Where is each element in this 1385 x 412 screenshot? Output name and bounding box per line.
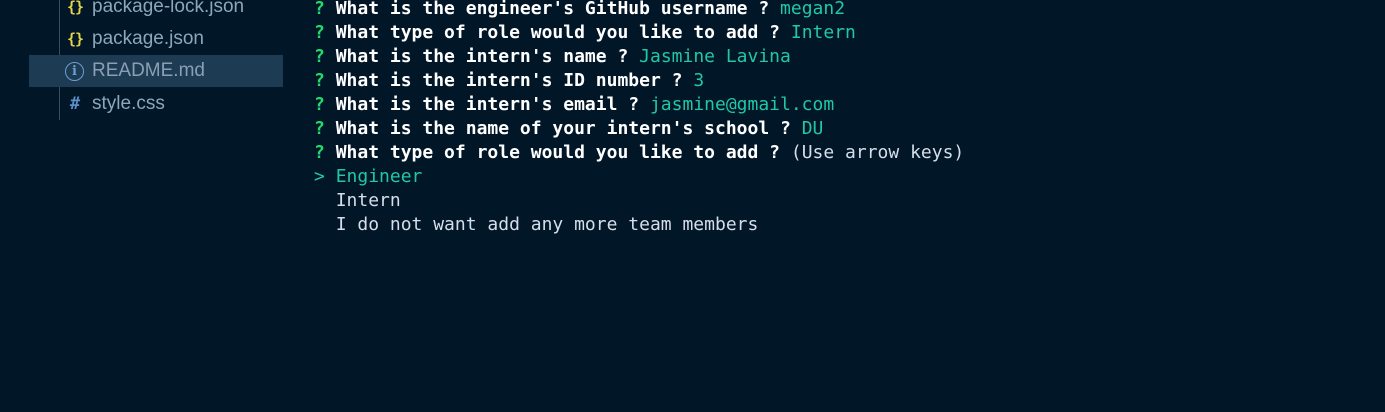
question-mark: ? <box>314 70 325 91</box>
prompt-line: ? What is the intern's email ? jasmine@g… <box>314 93 834 117</box>
choice-engineer[interactable]: > Engineer <box>314 165 422 189</box>
prompt-line: ? What is the intern's name ? Jasmine La… <box>314 45 791 69</box>
choice-label: I do not want add any more team members <box>335 214 759 235</box>
choice-intern[interactable]: Intern <box>314 189 401 213</box>
prompt-line: ? What type of role would you like to ad… <box>314 21 856 45</box>
css-file-icon: # <box>69 94 81 114</box>
question-text: What type of role would you like to add … <box>335 22 781 43</box>
answer-text: 3 <box>693 70 705 91</box>
answer-text: DU <box>801 118 824 139</box>
answer-text: megan2 <box>780 0 846 19</box>
terminal-output[interactable]: ? What is the engineer's GitHub username… <box>314 0 1374 412</box>
question-text: What is the intern's email ? <box>335 94 640 115</box>
file-item-style-css[interactable]: # style.css <box>29 88 283 120</box>
pointer-icon: > <box>314 166 325 187</box>
json-file-icon: {} <box>66 0 84 16</box>
file-item-package-lock[interactable]: {} package-lock.json <box>29 0 283 23</box>
choice-no-more[interactable]: I do not want add any more team members <box>314 213 759 237</box>
hint-text: (Use arrow keys) <box>790 142 965 163</box>
question-text: What is the engineer's GitHub username ? <box>335 0 770 19</box>
screen: {} package-lock.json {} package.json i R… <box>0 0 1385 412</box>
answer-text: jasmine@gmail.com <box>649 94 835 115</box>
question-text: What is the intern's name ? <box>335 46 629 67</box>
prompt-line: ? What is the intern's ID number ? 3 <box>314 69 704 93</box>
question-text: What type of role would you like to add … <box>335 142 781 163</box>
question-mark: ? <box>314 118 325 139</box>
question-mark: ? <box>314 22 325 43</box>
file-label: package.json <box>92 28 204 49</box>
question-mark: ? <box>314 0 325 19</box>
prompt-line: ? What is the engineer's GitHub username… <box>314 0 845 21</box>
question-text: What is the intern's ID number ? <box>335 70 683 91</box>
question-mark: ? <box>314 94 325 115</box>
choice-label: Engineer <box>335 166 423 187</box>
file-item-package-json[interactable]: {} package.json <box>29 23 283 55</box>
info-icon: i <box>65 61 84 81</box>
question-mark: ? <box>314 142 325 163</box>
answer-text: Jasmine Lavina <box>639 46 791 67</box>
prompt-line-active: ? What type of role would you like to ad… <box>314 141 964 165</box>
json-file-icon: {} <box>66 30 84 48</box>
prompt-line: ? What is the name of your intern's scho… <box>314 117 823 141</box>
choice-label: Intern <box>335 190 401 211</box>
question-text: What is the name of your intern's school… <box>335 118 791 139</box>
file-explorer: {} package-lock.json {} package.json i R… <box>0 0 292 412</box>
file-item-readme[interactable]: i README.md <box>29 55 283 87</box>
question-mark: ? <box>314 46 325 67</box>
file-label: style.css <box>92 93 165 114</box>
file-label: README.md <box>92 60 205 81</box>
file-label: package-lock.json <box>92 0 245 17</box>
answer-text: Intern <box>790 22 856 43</box>
